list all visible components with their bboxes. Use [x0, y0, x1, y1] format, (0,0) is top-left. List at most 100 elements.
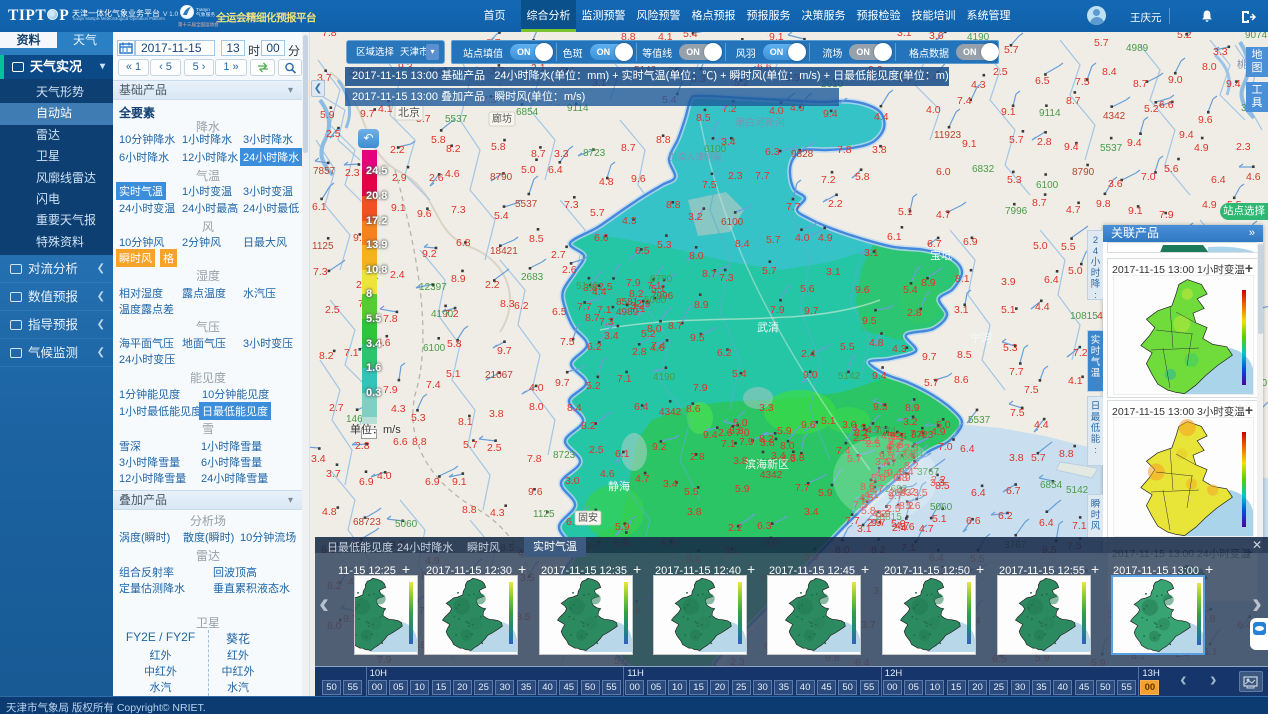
svg-text:8.6: 8.6 [686, 403, 701, 415]
svg-text:5.7: 5.7 [766, 234, 781, 246]
svg-text:5.3: 5.3 [411, 412, 426, 424]
svg-text:7.1: 7.1 [344, 347, 359, 359]
svg-text:3.1: 3.1 [954, 304, 969, 316]
svg-text:4.6: 4.6 [1246, 171, 1261, 183]
svg-text:2.5: 2.5 [993, 66, 1008, 78]
svg-text:3.1: 3.1 [897, 32, 912, 39]
svg-text:2.6: 2.6 [429, 172, 444, 184]
svg-text:7.1: 7.1 [1072, 520, 1087, 532]
svg-text:5.2: 5.2 [1144, 103, 1159, 115]
svg-text:9.4: 9.4 [1226, 78, 1241, 90]
svg-text:7.1: 7.1 [721, 438, 736, 450]
svg-text:8.7: 8.7 [1133, 78, 1148, 90]
svg-text:5142: 5142 [1066, 485, 1089, 496]
svg-text:8.9: 8.9 [451, 273, 466, 285]
svg-text:7.8: 7.8 [527, 453, 542, 465]
svg-text:7.5: 7.5 [1024, 384, 1039, 396]
svg-text:9.7: 9.7 [804, 305, 819, 317]
svg-text:8.0: 8.0 [529, 401, 544, 413]
svg-text:4.0: 4.0 [377, 470, 392, 482]
svg-text:5.1: 5.1 [821, 415, 836, 427]
svg-text:4.4: 4.4 [1035, 301, 1050, 313]
svg-text:8.8: 8.8 [656, 134, 671, 146]
svg-text:6.3: 6.3 [757, 520, 772, 532]
svg-text:6100: 6100 [1036, 180, 1059, 191]
svg-text:3.8: 3.8 [489, 408, 504, 420]
svg-text:7.7: 7.7 [1009, 366, 1024, 378]
svg-text:4989: 4989 [1126, 43, 1149, 54]
svg-text:6854: 6854 [1040, 480, 1063, 491]
svg-text:3.3: 3.3 [759, 402, 774, 414]
svg-text:7.7: 7.7 [795, 482, 810, 494]
svg-text:4.9: 4.9 [931, 426, 946, 438]
svg-text:9.6: 9.6 [417, 208, 432, 220]
svg-text:5537: 5537 [445, 114, 468, 125]
svg-text:2.5: 2.5 [589, 444, 604, 456]
svg-text:8.9: 8.9 [694, 299, 709, 311]
svg-text:6.6: 6.6 [594, 232, 609, 244]
svg-text:7.5: 7.5 [702, 179, 717, 191]
svg-text:4.1: 4.1 [1068, 375, 1083, 387]
svg-text:5.8: 5.8 [447, 338, 462, 350]
svg-text:5.4: 5.4 [732, 368, 747, 380]
svg-text:4.9: 4.9 [1194, 142, 1209, 154]
svg-text:8.7: 8.7 [702, 268, 717, 280]
svg-text:5.9: 5.9 [735, 483, 750, 495]
svg-text:9.1: 9.1 [391, 202, 406, 214]
svg-text:5.1: 5.1 [446, 368, 461, 380]
svg-text:6.5: 6.5 [1035, 75, 1050, 87]
svg-text:9.4: 9.4 [703, 429, 718, 441]
svg-text:7857: 7857 [313, 166, 336, 177]
svg-text:8.1: 8.1 [955, 273, 970, 285]
svg-text:9114: 9114 [1039, 108, 1061, 119]
svg-text:6100: 6100 [423, 343, 446, 354]
svg-text:7.3: 7.3 [313, 266, 328, 278]
svg-text:4342: 4342 [1103, 111, 1126, 122]
svg-text:4342: 4342 [659, 407, 682, 418]
svg-text:7.9: 7.9 [770, 304, 785, 316]
svg-text:6.4: 6.4 [548, 164, 563, 176]
svg-text:8.7: 8.7 [621, 142, 636, 154]
svg-text:2.8: 2.8 [632, 346, 647, 358]
svg-text:8.5: 8.5 [935, 480, 950, 492]
svg-text:7.3: 7.3 [451, 204, 466, 216]
svg-text:7.0: 7.0 [938, 441, 953, 453]
svg-text:6.5: 6.5 [635, 245, 650, 257]
svg-text:6.4: 6.4 [634, 401, 649, 413]
svg-text:6.6: 6.6 [1159, 99, 1174, 111]
svg-text:9.6: 9.6 [631, 173, 646, 185]
svg-text:5.4: 5.4 [683, 32, 698, 40]
svg-text:7.4: 7.4 [426, 379, 441, 391]
svg-text:6.6: 6.6 [393, 436, 408, 448]
svg-text:2.3: 2.3 [345, 167, 360, 179]
svg-text:5.0: 5.0 [1033, 240, 1048, 252]
svg-text:5.1: 5.1 [932, 513, 947, 525]
svg-text:北京: 北京 [398, 105, 420, 119]
svg-text:4.8: 4.8 [322, 506, 337, 518]
svg-text:5.8: 5.8 [491, 141, 506, 153]
svg-text:4190: 4190 [653, 372, 676, 383]
svg-text:5.7: 5.7 [1004, 44, 1019, 56]
svg-text:3.3: 3.3 [1213, 46, 1228, 58]
svg-text:9.4: 9.4 [1127, 137, 1142, 149]
svg-text:9.5: 9.5 [873, 401, 888, 413]
svg-text:8723: 8723 [583, 148, 606, 159]
svg-text:6.7: 6.7 [1006, 485, 1021, 497]
svg-text:5.1: 5.1 [651, 283, 666, 295]
svg-text:7.3: 7.3 [599, 316, 614, 328]
svg-text:5.1: 5.1 [1001, 304, 1016, 316]
svg-text:6.1: 6.1 [887, 231, 902, 243]
svg-text:3.4: 3.4 [311, 453, 326, 465]
svg-text:3.1: 3.1 [826, 266, 841, 278]
svg-text:5142: 5142 [838, 371, 861, 382]
svg-text:1125: 1125 [312, 241, 334, 252]
svg-text:9.7: 9.7 [922, 351, 937, 363]
svg-text:4.7: 4.7 [936, 209, 951, 221]
svg-text:2.8: 2.8 [907, 307, 922, 319]
svg-text:5.2: 5.2 [586, 380, 601, 392]
svg-text:9.8: 9.8 [1096, 198, 1111, 210]
svg-text:9.4: 9.4 [1064, 141, 1079, 153]
svg-text:5.4: 5.4 [903, 284, 918, 296]
svg-text:2683: 2683 [521, 272, 544, 283]
svg-text:4.6: 4.6 [600, 468, 615, 480]
